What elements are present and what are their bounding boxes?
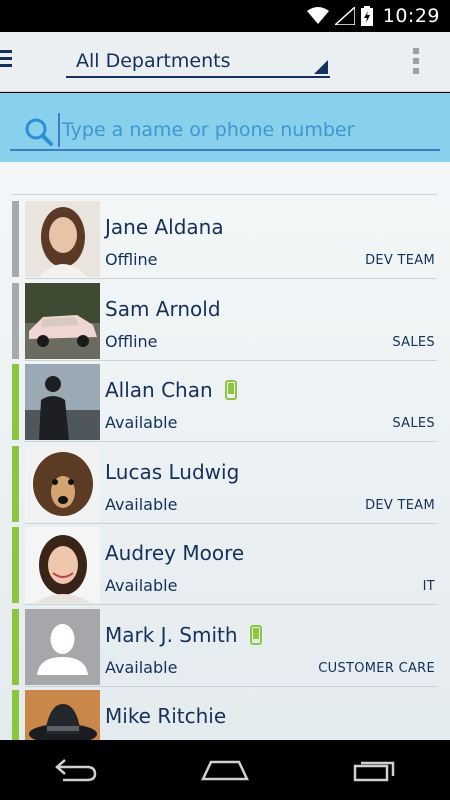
dropdown-arrow-icon bbox=[314, 60, 328, 74]
contact-photo-woman bbox=[25, 527, 100, 603]
contact-photo-silhouette bbox=[25, 364, 100, 440]
search-input[interactable] bbox=[58, 113, 428, 147]
contact-row[interactable]: Audrey Moore Available IT bbox=[12, 524, 437, 605]
contact-photo[interactable] bbox=[25, 282, 100, 359]
default-avatar-icon bbox=[25, 608, 100, 685]
contact-name: Jane Aldana bbox=[105, 215, 224, 239]
contact-status: Offline bbox=[105, 331, 158, 351]
contact-photo[interactable] bbox=[25, 690, 100, 740]
status-bar: 10:29 bbox=[0, 0, 450, 32]
contact-department: SALES bbox=[392, 416, 435, 431]
battery-icon bbox=[360, 6, 373, 26]
status-icons bbox=[306, 6, 373, 26]
contact-department: CUSTOMER CARE bbox=[318, 660, 435, 676]
contact-department: SALES bbox=[392, 334, 435, 350]
contact-name: Lucas Ludwig bbox=[105, 459, 240, 484]
contact-photo[interactable] bbox=[25, 364, 100, 440]
contact-photo-woman bbox=[25, 201, 100, 277]
search-box bbox=[10, 111, 440, 151]
contact-photo[interactable] bbox=[25, 608, 100, 685]
presence-indicator bbox=[12, 608, 19, 685]
contact-row[interactable]: Sam Arnold Offline SALES bbox=[12, 280, 437, 361]
overflow-menu-button[interactable] bbox=[412, 48, 420, 76]
recent-apps-icon bbox=[353, 761, 395, 782]
contact-department: IT bbox=[422, 579, 435, 594]
contact-photo[interactable] bbox=[25, 527, 100, 603]
contact-row[interactable]: Jane Aldana Offline DEV TEAM bbox=[12, 198, 437, 279]
signal-icon bbox=[334, 7, 355, 25]
contact-name: Mike Ritchie bbox=[105, 704, 227, 728]
mobile-phone-icon bbox=[250, 624, 262, 645]
recent-apps-button[interactable] bbox=[345, 750, 405, 790]
contact-row[interactable]: Mark J. Smith Available CUSTOMER CARE bbox=[12, 606, 437, 687]
search-icon[interactable] bbox=[24, 117, 54, 147]
back-icon bbox=[55, 759, 97, 782]
mobile-phone-icon bbox=[225, 380, 237, 400]
presence-indicator bbox=[12, 690, 19, 740]
contact-row[interactable]: Mike Ritchie bbox=[12, 687, 437, 740]
wifi-icon bbox=[306, 7, 329, 24]
presence-indicator bbox=[12, 201, 19, 277]
contact-status: Available bbox=[105, 494, 178, 514]
contact-photo[interactable] bbox=[25, 445, 100, 522]
home-button[interactable] bbox=[195, 750, 255, 790]
contact-department: DEV TEAM bbox=[365, 497, 435, 513]
contact-name: Sam Arnold bbox=[105, 296, 221, 321]
contact-status: Available bbox=[105, 413, 178, 432]
presence-indicator bbox=[12, 364, 19, 440]
menu-button[interactable] bbox=[0, 50, 16, 74]
contact-status: Available bbox=[105, 576, 178, 595]
presence-indicator bbox=[12, 527, 19, 603]
search-area bbox=[0, 93, 450, 162]
home-icon bbox=[201, 760, 249, 781]
contact-status: Offline bbox=[105, 250, 158, 269]
contact-department: DEV TEAM bbox=[365, 253, 435, 268]
navigation-bar bbox=[0, 740, 450, 800]
contact-row[interactable]: Lucas Ludwig Available DEV TEAM bbox=[12, 443, 437, 524]
contact-photo-hat bbox=[25, 690, 100, 740]
contact-photo-car bbox=[25, 282, 100, 359]
back-button[interactable] bbox=[45, 750, 105, 790]
list-divider bbox=[12, 194, 437, 195]
department-label: All Departments bbox=[76, 50, 231, 72]
department-dropdown[interactable]: All Departments bbox=[66, 44, 330, 78]
contact-name: Mark J. Smith bbox=[105, 622, 238, 647]
contact-status: Available bbox=[105, 657, 178, 677]
contact-list[interactable]: Jane Aldana Offline DEV TEAM Sam Arnold Offl… bbox=[0, 162, 450, 740]
presence-indicator bbox=[12, 282, 19, 359]
contact-row[interactable]: Allan Chan Available SALES bbox=[12, 361, 437, 442]
status-time: 10:29 bbox=[382, 5, 440, 27]
app-bar: All Departments bbox=[0, 32, 450, 92]
presence-indicator bbox=[12, 445, 19, 522]
contact-photo-dog bbox=[25, 445, 100, 522]
contact-name: Allan Chan bbox=[105, 378, 213, 402]
contact-name: Audrey Moore bbox=[105, 541, 245, 565]
contact-photo[interactable] bbox=[25, 201, 100, 277]
